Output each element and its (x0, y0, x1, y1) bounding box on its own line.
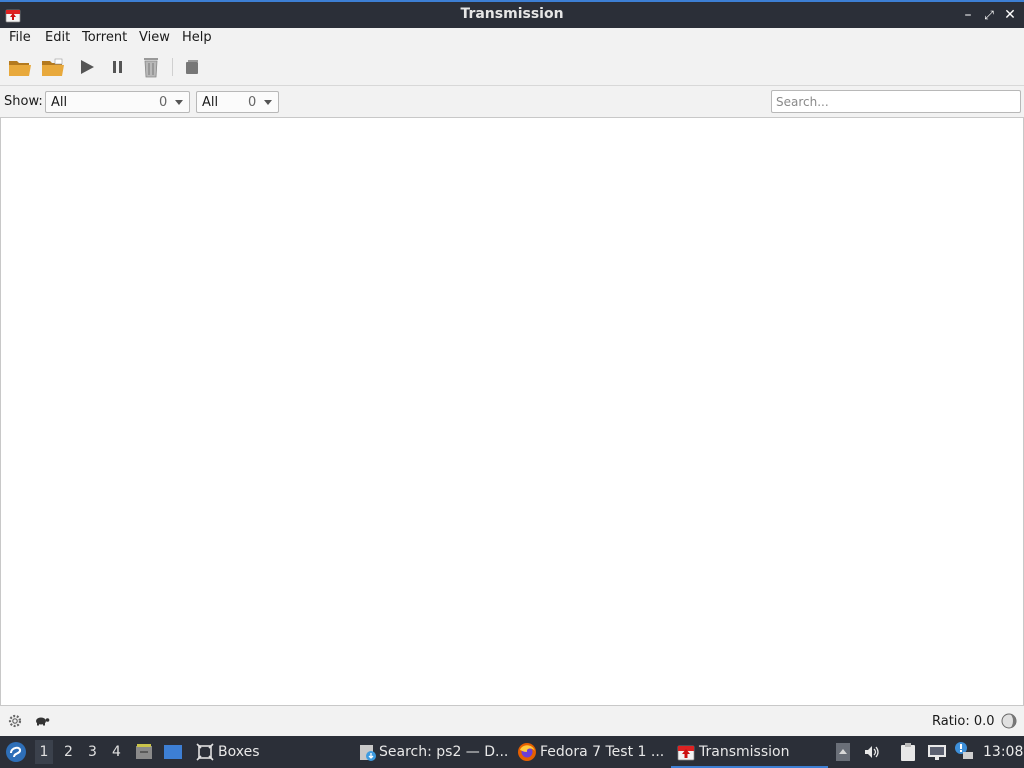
close-button[interactable]: ✕ (1001, 6, 1019, 24)
tracker-filter-value: All (202, 95, 219, 110)
show-label: Show: (4, 94, 43, 109)
ratio-label[interactable]: Ratio: 0.0 (932, 714, 995, 729)
open-torrent-icon[interactable] (7, 54, 33, 80)
network-icon[interactable] (926, 742, 948, 762)
workspace-3[interactable]: 3 (88, 744, 97, 760)
search-input[interactable] (771, 90, 1021, 113)
minimize-button[interactable]: – (959, 6, 977, 24)
task-boxes[interactable]: Boxes (192, 736, 292, 768)
maximize-button[interactable]: ⤢ (980, 6, 998, 24)
start-icon[interactable] (74, 54, 100, 80)
turtle-icon[interactable] (33, 714, 51, 728)
toolbar (0, 48, 1024, 86)
activity-filter-count: 0 (159, 95, 168, 110)
menu-help[interactable]: Help (182, 30, 212, 45)
pause-icon[interactable] (105, 54, 131, 80)
menu-bar: File Edit Torrent View Help (0, 28, 1024, 48)
tray-arrow-icon[interactable] (836, 743, 850, 761)
menu-file[interactable]: File (9, 30, 31, 45)
task-label: Boxes (218, 744, 260, 760)
remove-icon[interactable] (138, 54, 164, 80)
task-search[interactable]: Search: ps2 — D... (352, 736, 512, 768)
task-label: Transmission (699, 744, 790, 760)
start-menu-icon[interactable] (5, 741, 27, 763)
chevron-down-icon (264, 100, 272, 105)
status-bar: Ratio: 0.0 (0, 706, 1024, 736)
tracker-filter-combo[interactable]: All 0 (196, 91, 279, 113)
menu-edit[interactable]: Edit (45, 30, 70, 45)
gear-icon[interactable] (6, 712, 24, 730)
window-title: Transmission (460, 6, 564, 22)
volume-icon[interactable] (862, 742, 882, 762)
properties-icon[interactable] (179, 54, 205, 80)
file-manager-icon[interactable] (134, 742, 154, 762)
task-label: Search: ps2 — D... (379, 744, 509, 760)
clipboard-icon[interactable] (897, 742, 919, 762)
filter-bar: Show: All 0 All 0 (0, 86, 1024, 118)
activity-filter-combo[interactable]: All 0 (45, 91, 190, 113)
workspace-2[interactable]: 2 (64, 744, 73, 760)
tracker-filter-count: 0 (248, 95, 257, 110)
task-label: Fedora 7 Test 1 ... (540, 744, 665, 760)
open-url-icon[interactable] (40, 54, 66, 80)
update-notification-icon[interactable] (953, 741, 975, 761)
firefox-icon (517, 742, 537, 762)
transmission-icon (676, 742, 696, 762)
menu-view[interactable]: View (139, 30, 170, 45)
workspace-4[interactable]: 4 (112, 744, 121, 760)
boxes-icon (195, 742, 215, 762)
activity-filter-value: All (51, 95, 68, 110)
download-icon (357, 742, 377, 762)
chevron-down-icon (175, 100, 183, 105)
title-bar: Transmission – ⤢ ✕ (0, 0, 1024, 28)
toolbar-separator (172, 58, 173, 76)
task-firefox[interactable]: Fedora 7 Test 1 ... (513, 736, 668, 768)
taskbar: 1 2 3 4 Boxes Search: ps2 — D... Fedora … (0, 736, 1024, 768)
task-transmission[interactable]: Transmission (671, 736, 828, 768)
menu-torrent[interactable]: Torrent (82, 30, 127, 45)
torrent-list[interactable] (0, 118, 1024, 706)
clock[interactable]: 13:08 (983, 744, 1023, 760)
workspace-1[interactable]: 1 (35, 740, 53, 764)
show-desktop-icon[interactable] (163, 743, 183, 761)
ratio-icon[interactable] (1000, 712, 1018, 730)
